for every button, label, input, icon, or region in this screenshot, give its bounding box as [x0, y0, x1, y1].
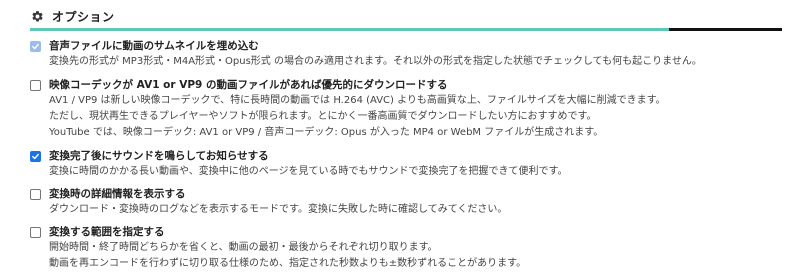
divider-dark — [669, 28, 782, 31]
header-divider — [30, 28, 782, 31]
option-desc: ただし、現状再生できるプレイヤーやソフトが限られます。とにかく一番高画質でダウン… — [49, 111, 597, 122]
divider-accent — [30, 28, 669, 31]
checkbox-specify-range[interactable] — [30, 227, 41, 238]
checkbox-prefer-av1-vp9[interactable] — [30, 80, 41, 91]
option-show-details[interactable]: 変換時の詳細情報を表示する ダウンロード・変換時のログなどを表示するモードです。… — [30, 186, 782, 218]
gear-icon — [30, 9, 44, 23]
option-completion-sound[interactable]: 変換完了後にサウンドを鳴らしてお知らせする 変換に時間のかかる長い動画や、変換中… — [30, 148, 782, 180]
option-label: 変換時の詳細情報を表示する — [49, 188, 186, 200]
option-desc: 変換先の形式が MP3形式・M4A形式・Opus形式 の場合のみ適用されます。そ… — [49, 56, 702, 67]
option-label: 音声ファイルに動画のサムネイルを埋め込む — [49, 40, 259, 52]
options-panel: オプション 音声ファイルに動画のサムネイルを埋め込む 変換先の形式が MP3形式… — [0, 0, 800, 275]
check-icon — [32, 43, 39, 50]
option-label: 変換完了後にサウンドを鳴らしてお知らせする — [49, 150, 269, 162]
option-desc: YouTube では、映像コーデック: AV1 or VP9 / 音声コーデック… — [49, 127, 604, 138]
checkbox-completion-sound[interactable] — [30, 151, 41, 162]
option-label: 変換する範囲を指定する — [49, 226, 165, 238]
option-prefer-av1-vp9[interactable]: 映像コーデックが AV1 or VP9 の動画ファイルがあれば優先的にダウンロー… — [30, 77, 782, 141]
option-desc: 開始時間・終了時間どちらかを省くと、動画の最初・最後からそれぞれ切り取ります。 — [49, 242, 438, 253]
option-label: 映像コーデックが AV1 or VP9 の動画ファイルがあれば優先的にダウンロー… — [49, 79, 448, 91]
option-desc: 動画を再エンコードを行わずに切り取る仕様のため、指定された秒数よりも±数秒ずれる… — [49, 258, 527, 269]
checkbox-embed-thumbnail[interactable] — [30, 41, 41, 52]
section-title: オプション — [52, 9, 115, 24]
check-icon — [32, 153, 39, 160]
checkbox-show-details[interactable] — [30, 189, 41, 200]
option-desc: ダウンロード・変換時のログなどを表示するモードです。変換に失敗した時に確認してみ… — [49, 204, 508, 215]
option-desc: 変換に時間のかかる長い動画や、変換中に他のページを見ている時でもサウンドで変換完… — [49, 166, 568, 177]
options-list: 音声ファイルに動画のサムネイルを埋め込む 変換先の形式が MP3形式・M4A形式… — [30, 38, 782, 275]
option-specify-range[interactable]: 変換する範囲を指定する 開始時間・終了時間どちらかを省くと、動画の最初・最後から… — [30, 224, 782, 272]
option-embed-thumbnail[interactable]: 音声ファイルに動画のサムネイルを埋め込む 変換先の形式が MP3形式・M4A形式… — [30, 38, 782, 70]
option-desc: AV1 / VP9 は新しい映像コーデックで、特に長時間の動画では H.264 … — [49, 95, 666, 106]
